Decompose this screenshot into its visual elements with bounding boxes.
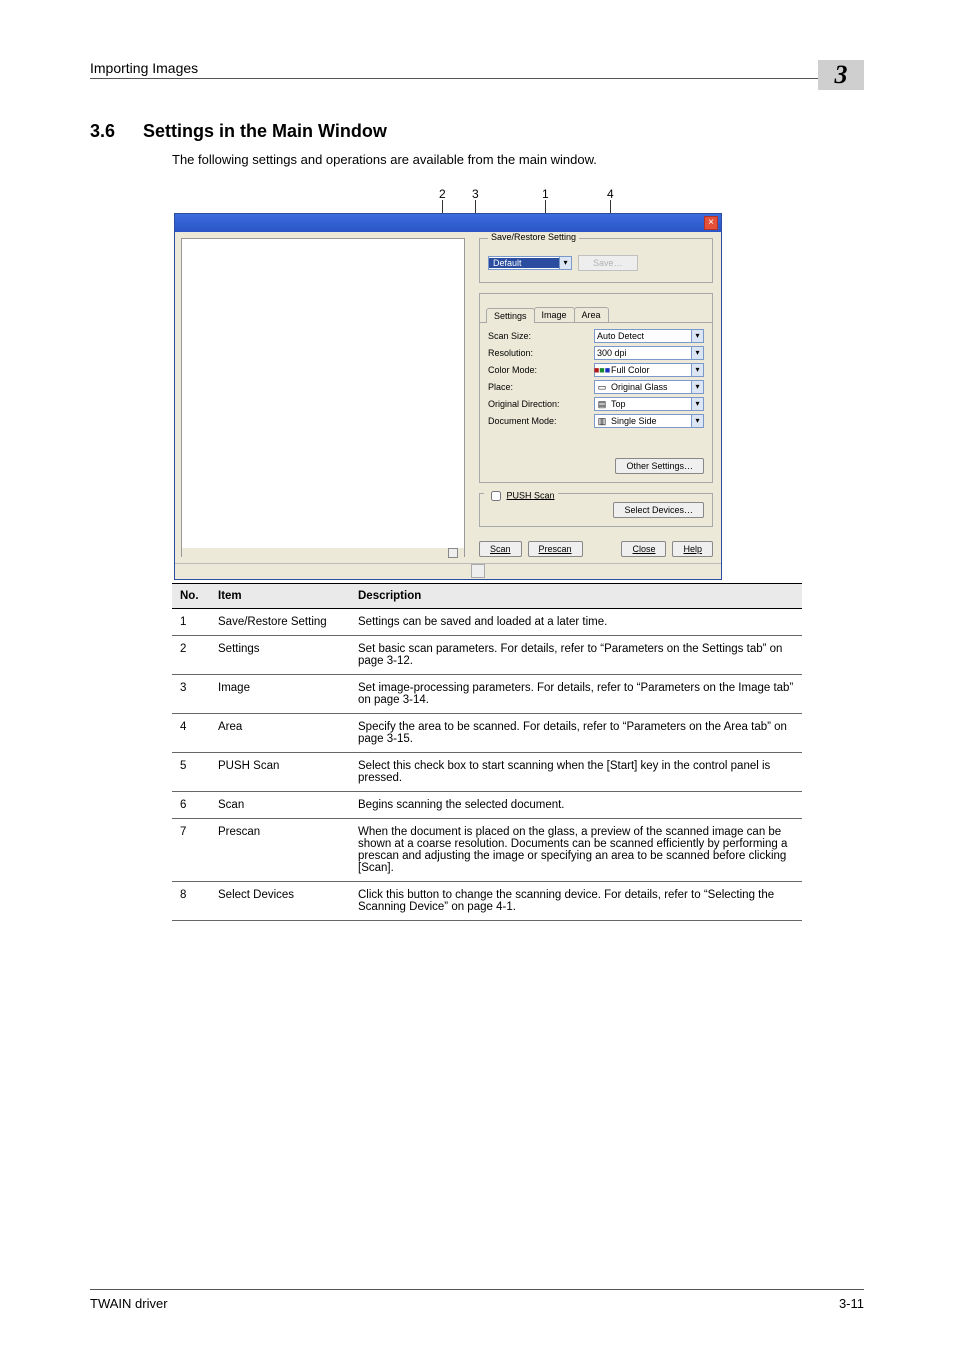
page-header: Importing Images xyxy=(90,60,198,76)
cell-no: 1 xyxy=(172,609,210,636)
statusbar-icon xyxy=(471,564,485,578)
preview-area[interactable] xyxy=(181,238,465,557)
cell-no: 2 xyxy=(172,636,210,675)
cell-no: 3 xyxy=(172,675,210,714)
glass-icon: ▭ xyxy=(595,382,609,393)
push-scan-checkbox[interactable] xyxy=(491,491,501,501)
cell-no: 8 xyxy=(172,882,210,921)
preset-combo[interactable]: Default ▾ xyxy=(488,256,572,270)
cell-desc: Begins scanning the selected document. xyxy=(350,792,802,819)
chevron-down-icon: ▾ xyxy=(691,381,703,393)
table-row: 8Select DevicesClick this button to chan… xyxy=(172,882,802,921)
table-row: 7PrescanWhen the document is placed on t… xyxy=(172,819,802,882)
orientation-icon: ▤ xyxy=(595,399,609,410)
scan-button[interactable]: Scan xyxy=(479,541,522,557)
doc-mode-combo[interactable]: ▥Single Side▾ xyxy=(594,414,704,428)
col-no: No. xyxy=(172,584,210,609)
save-restore-group: Save/Restore Setting Default ▾ Save… xyxy=(479,238,713,283)
screenshot: 2 3 1 4 5 6 7 8 × Save/Restore Setting xyxy=(172,187,724,537)
cell-item: Settings xyxy=(210,636,350,675)
color-mode-combo[interactable]: ■■■ Full Color▾ xyxy=(594,363,704,377)
intro-text: The following settings and operations ar… xyxy=(172,152,864,167)
cell-desc: Set image-processing parameters. For det… xyxy=(350,675,802,714)
table-row: 5PUSH ScanSelect this check box to start… xyxy=(172,753,802,792)
titlebar[interactable]: × xyxy=(175,214,721,232)
help-button[interactable]: Help xyxy=(672,541,713,557)
callout-3: 3 xyxy=(472,187,479,201)
close-icon[interactable]: × xyxy=(704,216,718,230)
prescan-button[interactable]: Prescan xyxy=(528,541,583,557)
color-mode-label: Color Mode: xyxy=(488,365,594,375)
table-row: 3ImageSet image-processing parameters. F… xyxy=(172,675,802,714)
push-scan-group: PUSH Scan Select Devices… xyxy=(479,493,713,527)
close-button[interactable]: Close xyxy=(621,541,666,557)
chevron-down-icon: ▾ xyxy=(691,347,703,359)
resolution-combo[interactable]: 300 dpi▾ xyxy=(594,346,704,360)
cell-item: Select Devices xyxy=(210,882,350,921)
save-button[interactable]: Save… xyxy=(578,255,638,271)
cell-desc: Select this check box to start scanning … xyxy=(350,753,802,792)
push-scan-label: PUSH Scan xyxy=(507,490,555,500)
col-item: Item xyxy=(210,584,350,609)
cell-desc: Set basic scan parameters. For details, … xyxy=(350,636,802,675)
chevron-down-icon: ▾ xyxy=(559,257,571,269)
place-combo[interactable]: ▭Original Glass▾ xyxy=(594,380,704,394)
settings-group: Settings Image Area Scan Size: Auto Dete… xyxy=(479,293,713,483)
other-settings-button[interactable]: Other Settings… xyxy=(615,458,704,474)
table-row: 6ScanBegins scanning the selected docume… xyxy=(172,792,802,819)
scan-size-combo[interactable]: Auto Detect▾ xyxy=(594,329,704,343)
col-desc: Description xyxy=(350,584,802,609)
place-label: Place: xyxy=(488,382,594,392)
orig-direction-combo[interactable]: ▤Top▾ xyxy=(594,397,704,411)
tab-settings[interactable]: Settings xyxy=(486,308,535,323)
table-row: 4AreaSpecify the area to be scanned. For… xyxy=(172,714,802,753)
cell-item: Area xyxy=(210,714,350,753)
description-table: No. Item Description 1Save/Restore Setti… xyxy=(172,583,802,921)
orig-direction-label: Original Direction: xyxy=(488,399,594,409)
cell-desc: Click this button to change the scanning… xyxy=(350,882,802,921)
cell-item: Scan xyxy=(210,792,350,819)
scan-size-label: Scan Size: xyxy=(488,331,594,341)
callout-2: 2 xyxy=(439,187,446,201)
chapter-badge: 3 xyxy=(818,60,864,90)
cell-desc: Specify the area to be scanned. For deta… xyxy=(350,714,802,753)
cell-item: Save/Restore Setting xyxy=(210,609,350,636)
chevron-down-icon: ▾ xyxy=(691,330,703,342)
palette-icon: ■■■ xyxy=(595,365,609,375)
statusbar-icon xyxy=(448,548,458,558)
cell-item: Image xyxy=(210,675,350,714)
cell-item: Prescan xyxy=(210,819,350,882)
cell-no: 4 xyxy=(172,714,210,753)
save-restore-label: Save/Restore Setting xyxy=(488,232,579,242)
scanner-window: × Save/Restore Setting Default ▾ Sa xyxy=(174,213,722,580)
cell-desc: When the document is placed on the glass… xyxy=(350,819,802,882)
callout-4: 4 xyxy=(607,187,614,201)
tab-area[interactable]: Area xyxy=(574,307,609,322)
doc-mode-label: Document Mode: xyxy=(488,416,594,426)
callout-1: 1 xyxy=(542,187,549,201)
section-title: Settings in the Main Window xyxy=(143,121,387,142)
cell-item: PUSH Scan xyxy=(210,753,350,792)
chevron-down-icon: ▾ xyxy=(691,364,703,376)
cell-desc: Settings can be saved and loaded at a la… xyxy=(350,609,802,636)
page-icon: ▥ xyxy=(595,416,609,427)
tab-image[interactable]: Image xyxy=(534,307,575,322)
cell-no: 5 xyxy=(172,753,210,792)
select-devices-button[interactable]: Select Devices… xyxy=(613,502,704,518)
resolution-label: Resolution: xyxy=(488,348,594,358)
chevron-down-icon: ▾ xyxy=(691,398,703,410)
chevron-down-icon: ▾ xyxy=(691,415,703,427)
table-row: 1Save/Restore SettingSettings can be sav… xyxy=(172,609,802,636)
cell-no: 7 xyxy=(172,819,210,882)
footer-right: 3-11 xyxy=(839,1296,864,1311)
cell-no: 6 xyxy=(172,792,210,819)
table-row: 2SettingsSet basic scan parameters. For … xyxy=(172,636,802,675)
section-number: 3.6 xyxy=(90,121,115,142)
footer-left: TWAIN driver xyxy=(90,1296,168,1311)
